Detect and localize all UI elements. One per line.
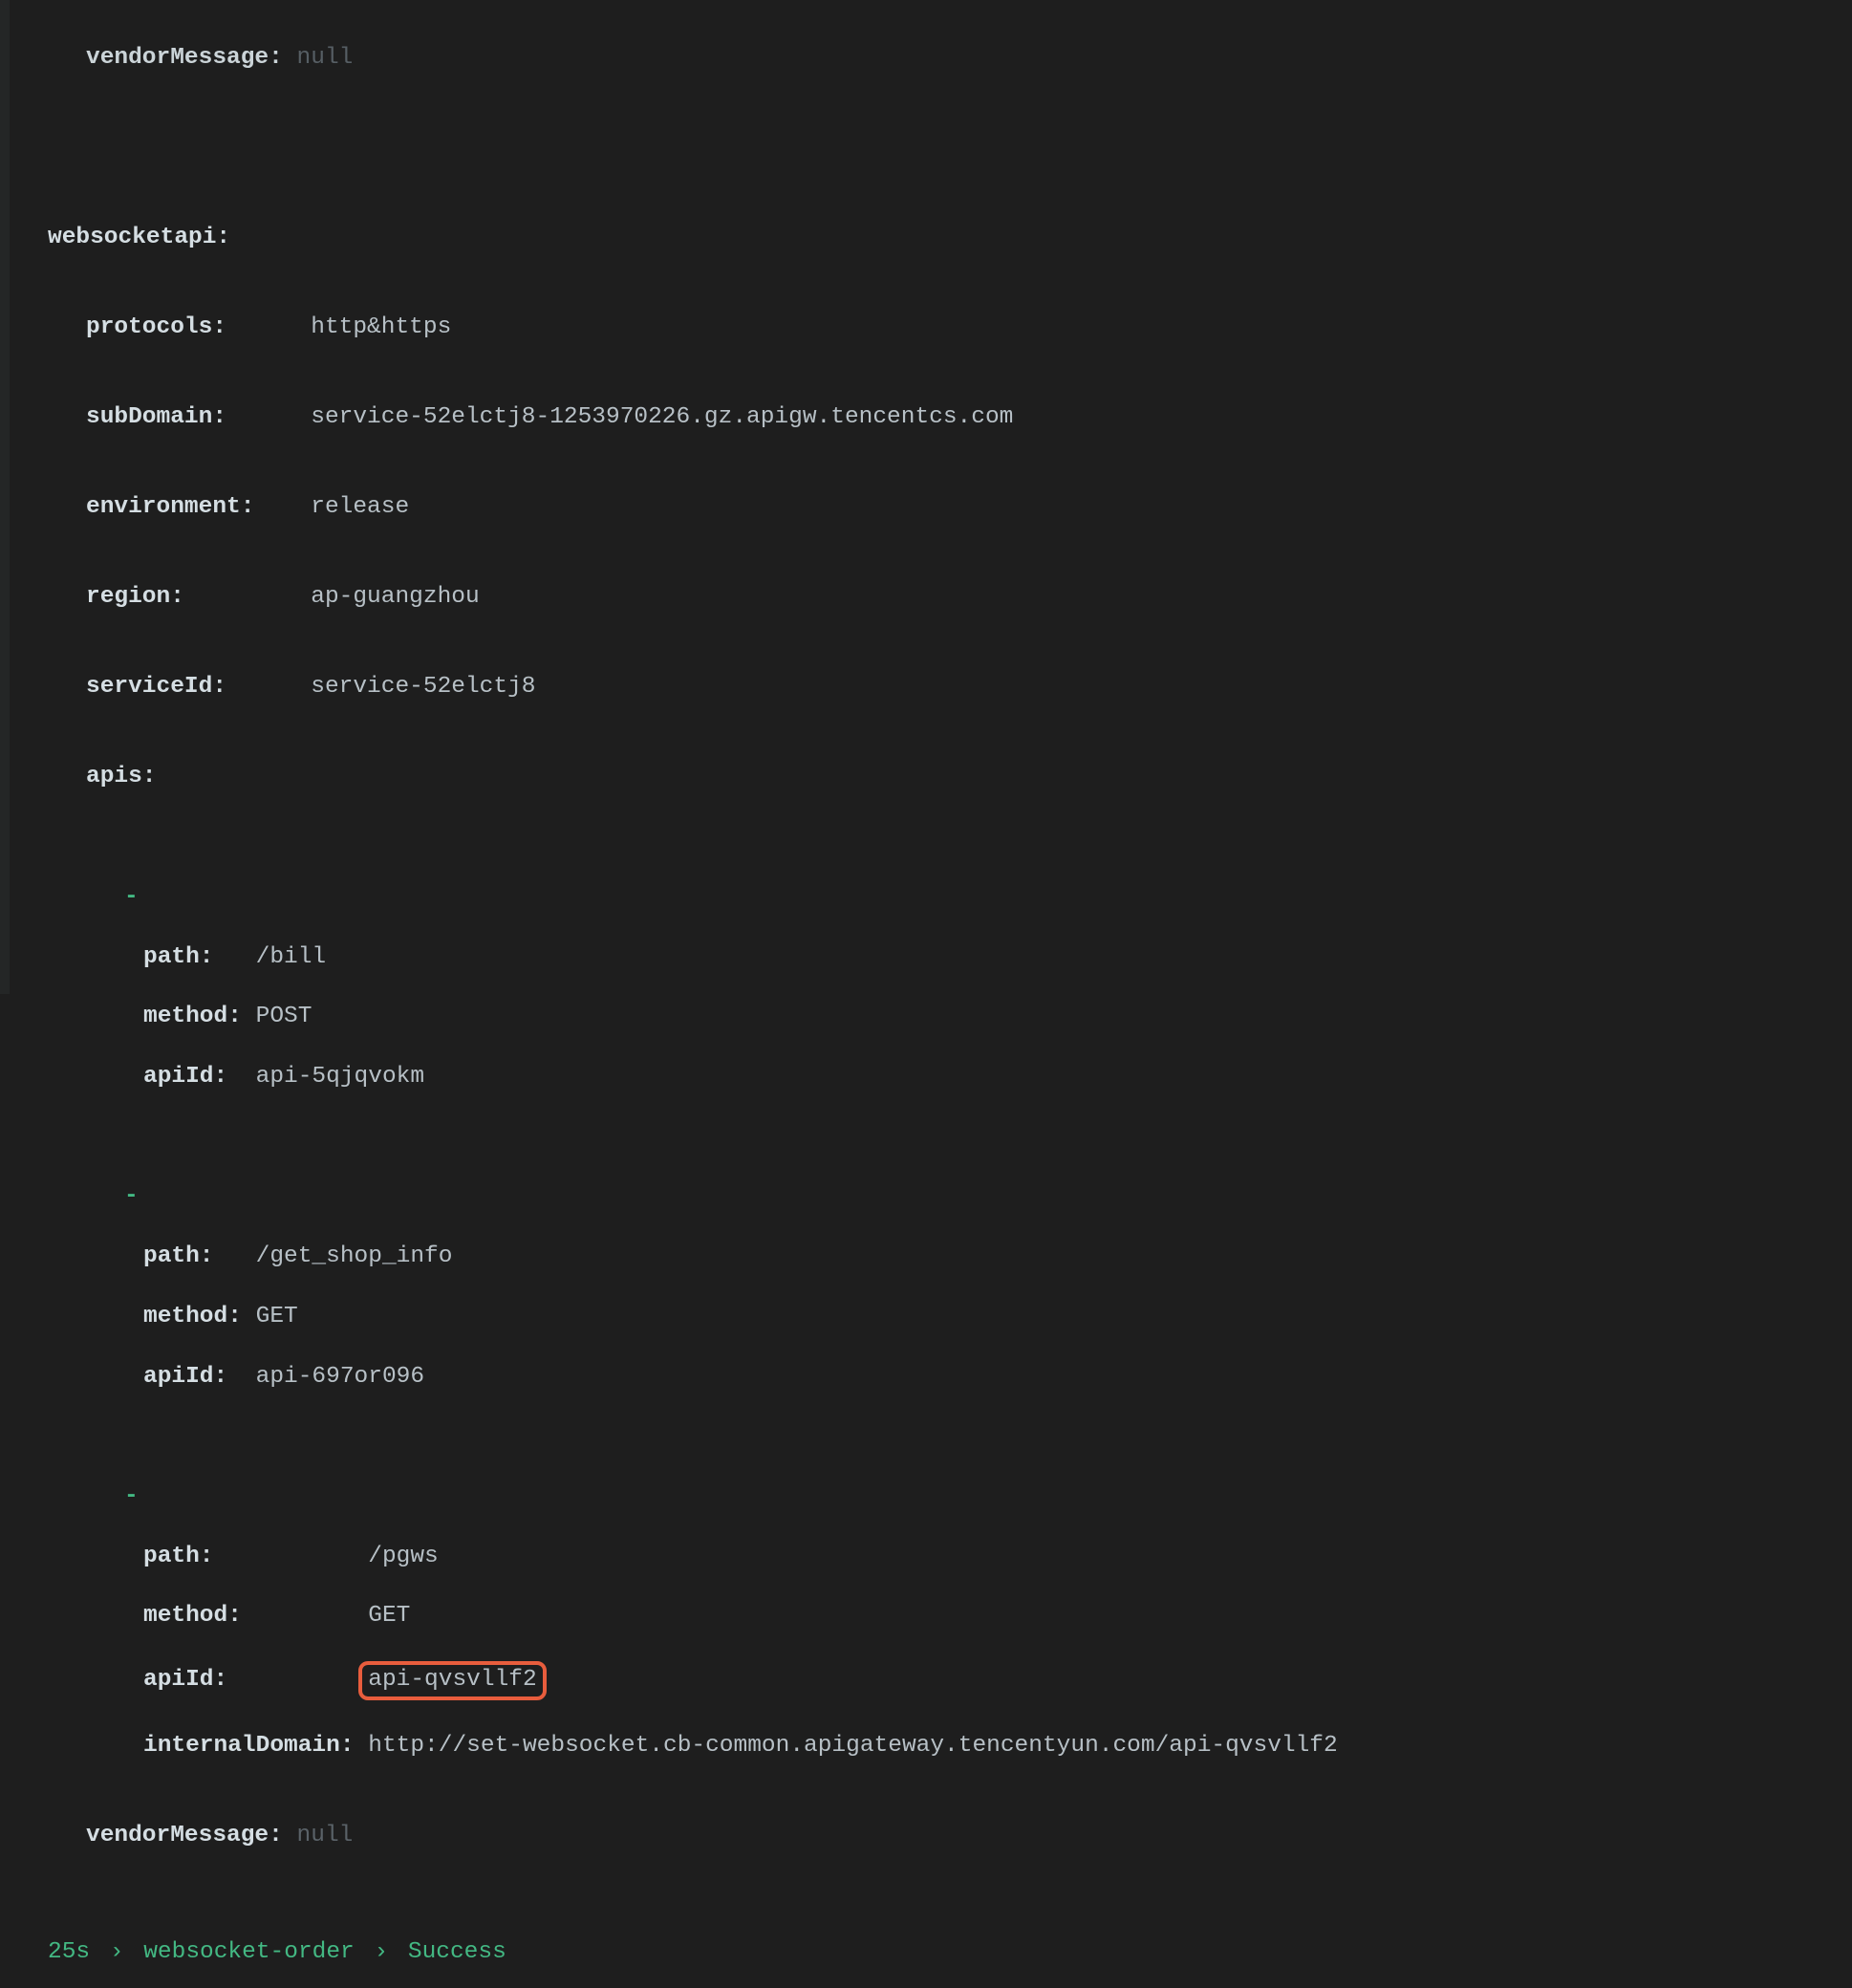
key-environment: environment: — [86, 494, 254, 520]
terminal-output[interactable]: vendorMessage: null websocketapi: protoc… — [0, 0, 1852, 1988]
key-vendorMessage: vendorMessage: — [86, 1823, 283, 1848]
key-method: method: — [143, 1603, 242, 1629]
status-project: websocket-order — [143, 1939, 355, 1965]
prop-row: serviceId: service-52elctj8 — [48, 672, 1852, 702]
key-subDomain: subDomain: — [86, 404, 226, 430]
key-apis: apis: — [86, 764, 157, 789]
output-line: vendorMessage: null — [48, 43, 1852, 73]
api-row: path: /get_shop_info — [48, 1242, 1852, 1271]
value-method: GET — [256, 1304, 298, 1329]
prop-row: subDomain: service-52elctj8-1253970226.g… — [48, 402, 1852, 432]
api-row: path: /bill — [48, 942, 1852, 972]
prop-row: protocols: http&https — [48, 313, 1852, 342]
api-row: method: POST — [48, 1002, 1852, 1031]
key-internalDomain: internalDomain: — [143, 1733, 355, 1759]
highlight-annotation: api-qvsvllf2 — [358, 1661, 546, 1700]
key-path: path: — [143, 1544, 214, 1569]
breadcrumb-sep: › — [368, 1939, 394, 1965]
editor-gutter — [0, 0, 10, 994]
list-dash: - — [48, 1481, 1852, 1511]
prop-row: vendorMessage: null — [48, 1821, 1852, 1850]
value-method: POST — [256, 1004, 312, 1029]
key-method: method: — [143, 1004, 242, 1029]
value-path: /bill — [256, 944, 327, 970]
key-apiId: apiId: — [143, 1667, 227, 1693]
value-null-top: null — [297, 45, 354, 71]
key-path: path: — [143, 1243, 214, 1269]
key-method: method: — [143, 1304, 242, 1329]
value-internalDomain: http://set-websocket.cb-common.apigatewa… — [368, 1733, 1337, 1759]
section-header: websocketapi: — [48, 223, 1852, 252]
api-row: method: GET — [48, 1601, 1852, 1631]
value-apiId: api-697or096 — [256, 1364, 424, 1390]
value-apiId: api-5qjqvokm — [256, 1064, 424, 1090]
value-apiId-highlighted: api-qvsvllf2 — [368, 1667, 536, 1693]
value-subDomain: service-52elctj8-1253970226.gz.apigw.ten… — [311, 404, 1013, 430]
value-path: /pgws — [368, 1544, 439, 1569]
key-apiId: apiId: — [143, 1364, 227, 1390]
api-row: apiId: api-5qjqvokm — [48, 1062, 1852, 1091]
api-row: apiId: api-qvsvllf2 — [48, 1661, 1852, 1700]
status-time: 25s — [48, 1939, 90, 1965]
key-vendorMessage-top: vendorMessage: — [86, 45, 283, 71]
api-row: apiId: api-697or096 — [48, 1362, 1852, 1392]
list-dash: - — [48, 1181, 1852, 1211]
yaml-dash-icon: - — [124, 1483, 139, 1509]
api-row: method: GET — [48, 1302, 1852, 1331]
api-row: internalDomain: http://set-websocket.cb-… — [48, 1731, 1852, 1761]
value-path: /get_shop_info — [256, 1243, 453, 1269]
value-region: ap-guangzhou — [311, 584, 479, 610]
prop-row: region: ap-guangzhou — [48, 582, 1852, 612]
key-serviceId: serviceId: — [86, 674, 226, 700]
key-region: region: — [86, 584, 184, 610]
value-environment: release — [311, 494, 409, 520]
yaml-dash-icon: - — [124, 1183, 139, 1209]
api-row: path: /pgws — [48, 1542, 1852, 1571]
value-serviceId: service-52elctj8 — [311, 674, 535, 700]
prop-row: environment: release — [48, 492, 1852, 522]
key-protocols: protocols: — [86, 314, 226, 340]
key-path: path: — [143, 944, 214, 970]
key-apiId: apiId: — [143, 1064, 227, 1090]
breadcrumb-sep: › — [104, 1939, 130, 1965]
list-dash: - — [48, 882, 1852, 912]
value-protocols: http&https — [311, 314, 451, 340]
key-websocketapi: websocketapi: — [48, 225, 230, 250]
blank-line — [48, 133, 1852, 162]
prop-row: apis: — [48, 762, 1852, 791]
yaml-dash-icon: - — [124, 884, 139, 910]
status-result: Success — [408, 1939, 506, 1965]
value-method: GET — [368, 1603, 410, 1629]
status-line: 25s › websocket-order › Success — [48, 1937, 1852, 1967]
value-vendorMessage: null — [297, 1823, 354, 1848]
